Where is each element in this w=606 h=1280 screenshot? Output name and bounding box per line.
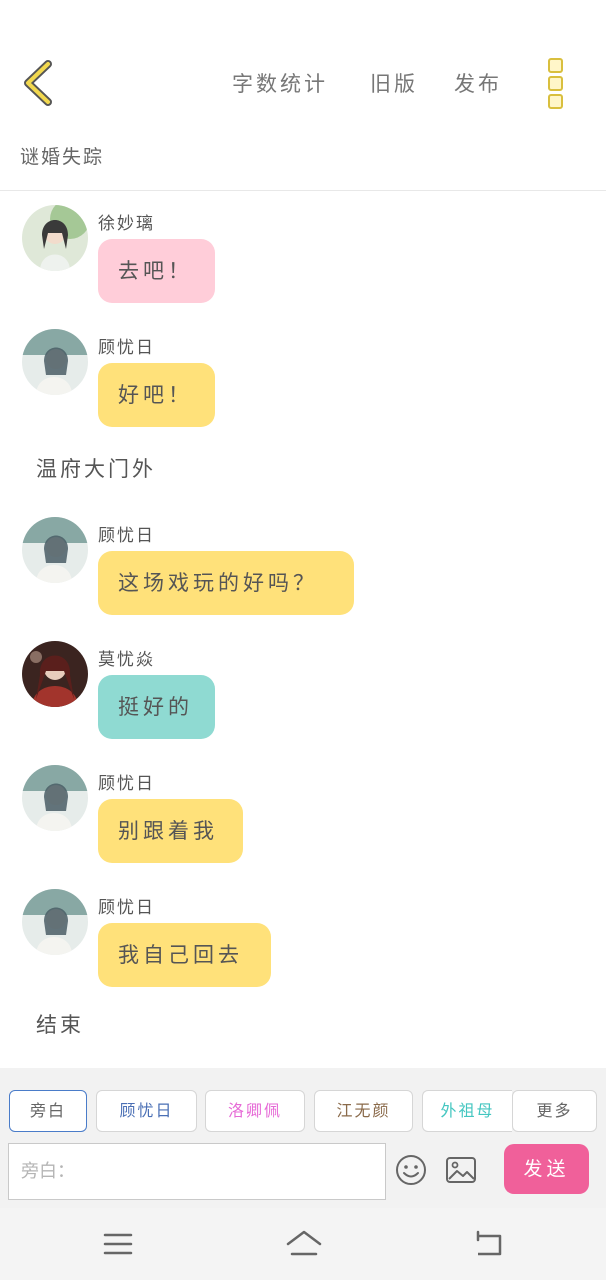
message-bubble[interactable]: 我自己回去 bbox=[98, 923, 271, 987]
smiley-face-icon bbox=[396, 1155, 426, 1185]
top-bar: 字数统计 旧版 发布 谜婚失踪 bbox=[0, 0, 606, 190]
insert-image-button[interactable] bbox=[443, 1152, 479, 1188]
role-tab-narrator[interactable]: 旁白 bbox=[9, 1090, 87, 1132]
back-button[interactable] bbox=[20, 58, 60, 108]
message-bubble[interactable]: 去吧！ bbox=[98, 239, 215, 303]
sender-name: 顾忧日 bbox=[98, 526, 155, 546]
avatar[interactable] bbox=[22, 889, 88, 955]
story-title: 谜婚失踪 bbox=[20, 146, 105, 168]
narration-text: 温府大门外 bbox=[36, 457, 156, 481]
message-input-box[interactable] bbox=[8, 1143, 386, 1200]
avatar[interactable] bbox=[22, 641, 88, 707]
system-navigation-bar bbox=[0, 1208, 606, 1280]
message-bubble[interactable]: 别跟着我 bbox=[98, 799, 243, 863]
message-bubble[interactable]: 挺好的 bbox=[98, 675, 215, 739]
home-icon bbox=[286, 1230, 322, 1256]
image-icon bbox=[446, 1157, 476, 1183]
role-tab[interactable]: 顾忧日 bbox=[96, 1090, 197, 1132]
avatar[interactable] bbox=[22, 329, 88, 395]
role-tab[interactable]: 洛卿佩 bbox=[205, 1090, 305, 1132]
menu-icon bbox=[103, 1233, 133, 1255]
back-system-button[interactable] bbox=[470, 1226, 506, 1262]
home-button[interactable] bbox=[284, 1226, 324, 1262]
vertical-dots-icon bbox=[548, 58, 566, 109]
message-input[interactable] bbox=[9, 1144, 385, 1199]
emoji-button[interactable] bbox=[393, 1152, 429, 1188]
chevron-left-icon bbox=[24, 60, 52, 106]
avatar[interactable] bbox=[22, 517, 88, 583]
compose-panel: 旁白 顾忧日 洛卿佩 江无颜 外祖母 更多 发送 bbox=[0, 1068, 606, 1208]
chat-list[interactable]: 徐妙璃 去吧！ 顾忧日 好吧！ 温府大门外 顾忧日 这场戏玩的好吗？ 莫忧焱 挺… bbox=[0, 191, 606, 1068]
publish-button[interactable]: 发布 bbox=[454, 68, 502, 98]
sender-name: 莫忧焱 bbox=[98, 650, 155, 670]
send-button[interactable]: 发送 bbox=[504, 1144, 589, 1194]
more-options-button[interactable] bbox=[548, 58, 566, 109]
menu-button[interactable] bbox=[100, 1226, 136, 1262]
role-tab[interactable]: 外祖母 bbox=[422, 1090, 512, 1132]
back-icon bbox=[476, 1230, 502, 1256]
old-version-button[interactable]: 旧版 bbox=[370, 68, 418, 98]
message-bubble[interactable]: 好吧！ bbox=[98, 363, 215, 427]
sender-name: 顾忧日 bbox=[98, 898, 155, 918]
sender-name: 徐妙璃 bbox=[98, 214, 155, 234]
avatar[interactable] bbox=[22, 765, 88, 831]
more-roles-button[interactable]: 更多 bbox=[512, 1090, 597, 1132]
avatar[interactable] bbox=[22, 205, 88, 271]
message-bubble[interactable]: 这场戏玩的好吗？ bbox=[98, 551, 354, 615]
sender-name: 顾忧日 bbox=[98, 774, 155, 794]
word-count-button[interactable]: 字数统计 bbox=[232, 68, 328, 98]
narration-text: 结束 bbox=[36, 1013, 84, 1037]
role-tab[interactable]: 江无颜 bbox=[314, 1090, 413, 1132]
sender-name: 顾忧日 bbox=[98, 338, 155, 358]
